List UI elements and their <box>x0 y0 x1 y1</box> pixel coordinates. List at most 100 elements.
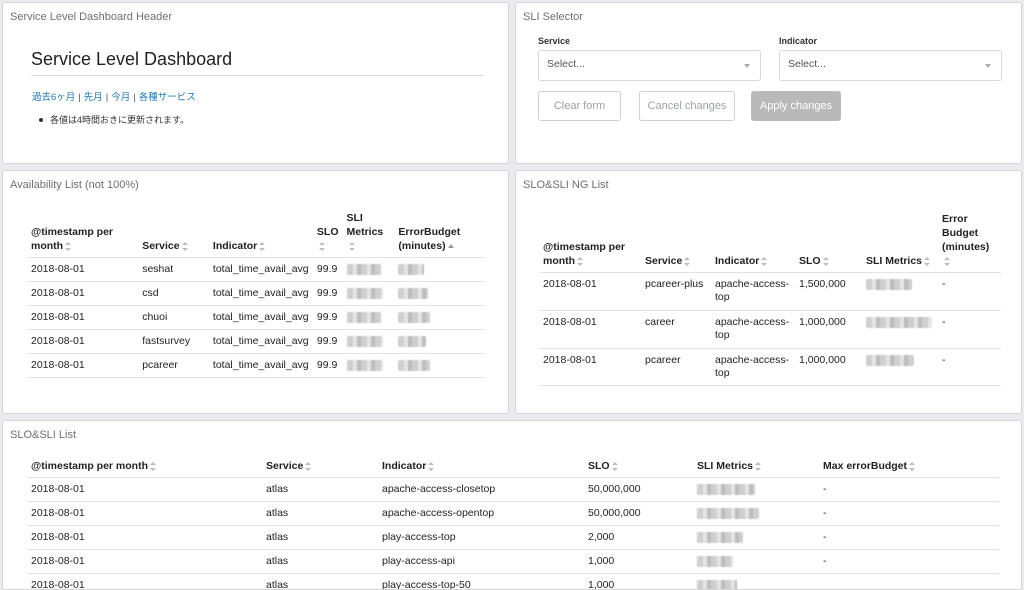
cell-timestamp: 2018-08-01 <box>27 525 262 550</box>
cell-service: atlas <box>262 525 378 550</box>
column-header-slo[interactable]: SLO <box>313 211 343 258</box>
table-row[interactable]: 2018-08-01 fastsurvey total_time_avail_a… <box>27 329 485 354</box>
link-separator: | <box>133 92 136 103</box>
column-header-sli-metrics[interactable]: SLI Metrics <box>862 212 938 273</box>
column-header-indicator[interactable]: Indicator <box>378 459 584 478</box>
cell-max-error-budget: - <box>819 525 999 550</box>
table-row[interactable]: 2018-08-01 atlas play-access-top-50 1,00… <box>27 573 999 589</box>
sort-icon <box>428 461 435 471</box>
column-header-label: Indicator <box>715 255 760 267</box>
indicator-select[interactable]: Select... <box>779 50 1002 81</box>
column-header-slo[interactable]: SLO <box>795 212 862 273</box>
sort-icon <box>684 256 691 266</box>
availability-list-panel: Availability List (not 100%) @timestamp … <box>2 170 509 414</box>
column-header-max-error-budget[interactable]: Max errorBudget <box>819 459 999 478</box>
cell-error-budget: - <box>938 348 1001 386</box>
cell-max-error-budget: - <box>819 501 999 526</box>
column-header-label: Indicator <box>382 460 427 472</box>
cell-indicator: total_time_avail_avg <box>208 257 313 282</box>
link-this-month[interactable]: 今月 <box>111 92 130 103</box>
cell-service: pcareer <box>641 348 711 386</box>
redacted-value <box>346 263 381 275</box>
cell-slo: 99.9 <box>312 257 343 282</box>
sort-icon <box>65 241 72 251</box>
table-row[interactable]: 2018-08-01 career apache-access-top 1,00… <box>539 310 1001 349</box>
redacted-value <box>697 579 737 589</box>
cell-service: csd <box>138 281 209 306</box>
cell-slo: 99.9 <box>312 329 343 354</box>
column-header-timestamp[interactable]: @timestamp per month <box>539 212 641 273</box>
cell-sli-metrics <box>862 348 938 386</box>
table-row[interactable]: 2018-08-01 chuoi total_time_avail_avg 99… <box>27 305 485 330</box>
sort-icon <box>305 461 312 471</box>
cell-slo: 1,000 <box>584 549 693 574</box>
cell-timestamp: 2018-08-01 <box>27 477 262 502</box>
service-select[interactable]: Select... <box>538 50 761 81</box>
column-header-sli-metrics[interactable]: SLI Metrics <box>343 211 395 258</box>
column-header-error-budget[interactable]: Error Budget (minutes) <box>938 212 1001 273</box>
cancel-changes-button[interactable]: Cancel changes <box>639 91 735 121</box>
link-separator: | <box>105 92 109 103</box>
redacted-value <box>346 335 383 347</box>
cell-indicator: play-access-top <box>378 525 584 550</box>
cell-indicator: apache-access-top <box>711 272 795 311</box>
link-last-6-months[interactable]: 過去6ヶ月 <box>32 92 75 103</box>
bullet-icon <box>39 117 43 122</box>
table-header-row: @timestamp per month Service Indicator S… <box>27 211 485 258</box>
dashboard-header-panel: Service Level Dashboard Header Service L… <box>2 2 509 164</box>
column-header-sli-metrics[interactable]: SLI Metrics <box>693 459 819 478</box>
redacted-value <box>346 287 383 299</box>
table-row[interactable]: 2018-08-01 atlas play-access-api 1,000 - <box>27 549 999 574</box>
cell-sli-metrics <box>342 281 395 306</box>
cell-timestamp: 2018-08-01 <box>27 257 139 282</box>
cell-error-budget <box>394 305 485 330</box>
column-header-indicator[interactable]: Indicator <box>711 212 795 273</box>
link-services[interactable]: 各種サービス <box>139 92 196 103</box>
cell-error-budget: - <box>938 272 1001 311</box>
table-row[interactable]: 2018-08-01 pcareer apache-access-top 1,0… <box>539 348 1001 386</box>
column-header-timestamp[interactable]: @timestamp per month <box>27 459 262 478</box>
column-header-service[interactable]: Service <box>641 212 711 273</box>
sort-icon <box>924 256 931 266</box>
column-header-slo[interactable]: SLO <box>584 459 693 478</box>
table-row[interactable]: 2018-08-01 atlas apache-access-opentop 5… <box>27 501 999 526</box>
cell-slo: 99.9 <box>312 281 343 306</box>
cell-indicator: apache-access-top <box>711 348 795 386</box>
cell-timestamp: 2018-08-01 <box>539 348 641 386</box>
table-row[interactable]: 2018-08-01 atlas apache-access-closetop … <box>27 477 999 502</box>
apply-changes-button[interactable]: Apply changes <box>751 91 841 121</box>
table-row[interactable]: 2018-08-01 pcareer total_time_avail_avg … <box>27 353 485 378</box>
link-last-month[interactable]: 先月 <box>84 92 103 103</box>
sort-icon <box>909 461 916 471</box>
column-header-service[interactable]: Service <box>138 211 209 258</box>
clear-form-button[interactable]: Clear form <box>538 91 621 121</box>
table-header-row: @timestamp per month Service Indicator S… <box>539 212 1001 273</box>
column-header-timestamp[interactable]: @timestamp per month <box>27 211 138 258</box>
service-label: Service <box>538 36 571 46</box>
column-header-label: SLO <box>799 255 821 267</box>
panel-title: Availability List (not 100%) <box>10 179 139 191</box>
cell-sli-metrics <box>342 329 395 354</box>
table-row[interactable]: 2018-08-01 seshat total_time_avail_avg 9… <box>27 257 485 282</box>
cell-sli-metrics <box>693 525 819 550</box>
cell-service: pcareer <box>138 353 209 378</box>
cell-sli-metrics <box>862 272 938 311</box>
panel-title: SLO&SLI List <box>10 429 77 441</box>
sort-icon <box>318 241 325 251</box>
slo-sli-table: @timestamp per month Service Indicator S… <box>27 459 999 589</box>
redacted-value <box>346 311 381 323</box>
column-header-service[interactable]: Service <box>262 459 378 478</box>
table-row[interactable]: 2018-08-01 csd total_time_avail_avg 99.9 <box>27 281 485 306</box>
link-separator: | <box>78 92 81 103</box>
table-row[interactable]: 2018-08-01 pcareer-plus apache-access-to… <box>539 272 1001 311</box>
cell-indicator: total_time_avail_avg <box>208 281 313 306</box>
column-header-error-budget[interactable]: ErrorBudget (minutes) <box>394 211 485 258</box>
table-header-row: @timestamp per month Service Indicator S… <box>27 459 999 478</box>
column-header-indicator[interactable]: Indicator <box>209 211 313 258</box>
sort-icon <box>822 256 829 266</box>
table-row[interactable]: 2018-08-01 atlas play-access-top 2,000 - <box>27 525 999 550</box>
cell-indicator: apache-access-top <box>711 310 795 349</box>
cell-indicator: apache-access-opentop <box>378 501 584 526</box>
cell-timestamp: 2018-08-01 <box>27 573 262 589</box>
redacted-value <box>346 359 383 371</box>
